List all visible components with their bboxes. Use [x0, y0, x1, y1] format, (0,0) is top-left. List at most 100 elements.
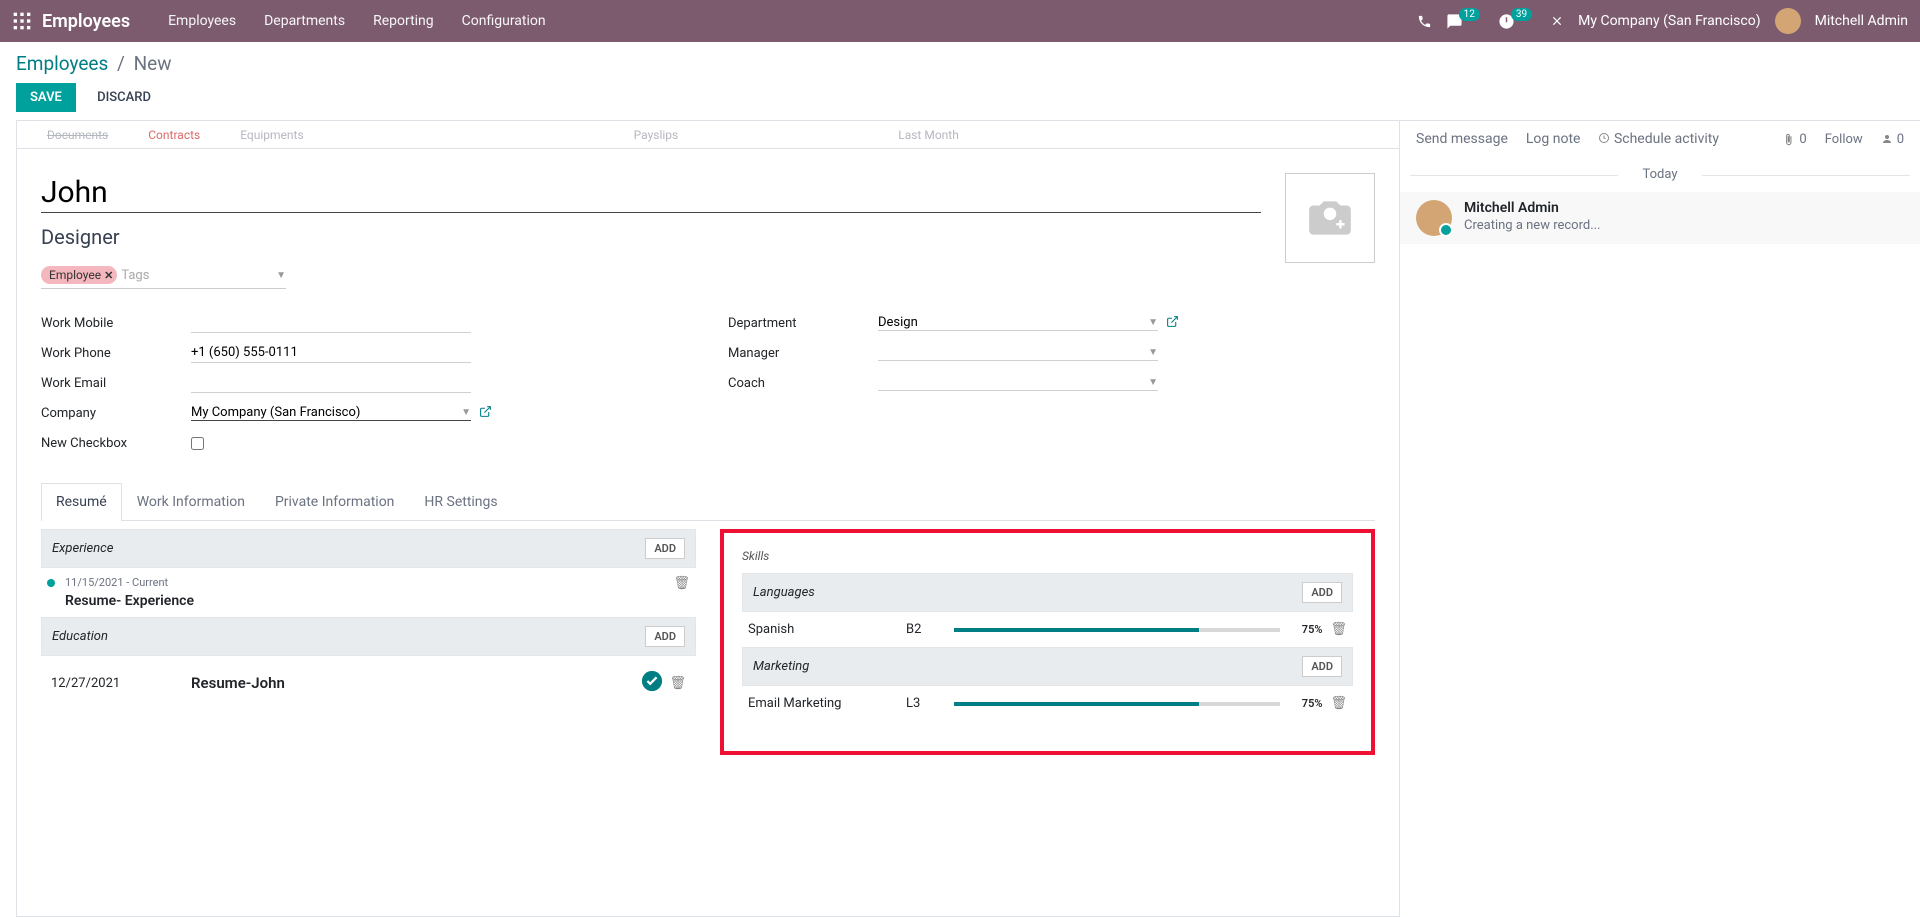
tags-placeholder: Tags: [121, 268, 149, 283]
activities-badge: 39: [1511, 8, 1532, 21]
employee-name-input[interactable]: [41, 173, 1261, 213]
main-menu: Employees Departments Reporting Configur…: [154, 0, 560, 42]
phone-icon[interactable]: [1417, 14, 1432, 29]
tag-remove-icon[interactable]: ✕: [104, 269, 113, 282]
label-work-phone: Work Phone: [41, 346, 191, 361]
education-header: Education ADD: [41, 617, 696, 656]
coach-select[interactable]: [878, 375, 1148, 390]
top-nav: Employees Employees Departments Reportin…: [0, 0, 1920, 42]
menu-reporting[interactable]: Reporting: [359, 0, 448, 42]
label-manager: Manager: [728, 346, 878, 361]
company-switcher[interactable]: My Company (San Francisco): [1578, 13, 1760, 29]
tag-employee: Employee ✕: [41, 266, 117, 284]
skill-group-marketing: Marketing ADD: [742, 647, 1353, 686]
company-select[interactable]: [191, 405, 461, 420]
label-work-mobile: Work Mobile: [41, 316, 191, 331]
work-email-input[interactable]: [191, 373, 471, 393]
tab-resume[interactable]: Resumé: [41, 483, 122, 521]
save-button[interactable]: SAVE: [16, 83, 76, 112]
notebook-tabs: Resumé Work Information Private Informat…: [41, 483, 1375, 521]
education-item[interactable]: 12/27/2021 Resume-John 🗑: [41, 656, 696, 710]
message-text: Creating a new record...: [1464, 218, 1904, 233]
log-note-button[interactable]: Log note: [1526, 131, 1581, 147]
breadcrumb-current: New: [134, 52, 172, 75]
tab-private-information[interactable]: Private Information: [260, 483, 409, 520]
add-experience-button[interactable]: ADD: [645, 538, 685, 559]
schedule-activity-button[interactable]: Schedule activity: [1598, 131, 1719, 147]
skill-group-languages: Languages ADD: [742, 573, 1353, 612]
trash-icon[interactable]: 🗑: [669, 676, 686, 691]
close-tray-icon[interactable]: [1550, 14, 1564, 28]
experience-title: Resume- Experience: [65, 593, 663, 609]
user-name[interactable]: Mitchell Admin: [1815, 13, 1908, 29]
add-education-button[interactable]: ADD: [645, 626, 685, 647]
education-date: 12/27/2021: [51, 676, 181, 691]
message-author: Mitchell Admin: [1464, 200, 1904, 216]
discard-button[interactable]: DISCARD: [83, 83, 165, 112]
menu-departments[interactable]: Departments: [250, 0, 359, 42]
progress-bar: [954, 628, 1280, 632]
new-checkbox[interactable]: [191, 437, 204, 450]
external-link-icon[interactable]: [479, 405, 492, 422]
skills-header: Skills: [742, 549, 1353, 563]
work-mobile-input[interactable]: [191, 313, 471, 333]
menu-configuration[interactable]: Configuration: [448, 0, 560, 42]
chevron-down-icon[interactable]: ▼: [1148, 377, 1158, 388]
stat-lastmonth[interactable]: Last Month: [898, 128, 959, 142]
user-avatar[interactable]: [1775, 8, 1801, 34]
resume-column: Experience ADD 11/15/2021 - Current Resu…: [41, 529, 696, 755]
form-sheet-container: Documents Contracts Equipments Payslips …: [16, 120, 1400, 917]
stat-documents[interactable]: Documents: [47, 128, 108, 142]
app-brand[interactable]: Employees: [42, 11, 130, 32]
skill-row[interactable]: Spanish B2 75% 🗑: [742, 612, 1353, 647]
label-coach: Coach: [728, 376, 878, 391]
job-title-input[interactable]: [41, 223, 1261, 252]
menu-employees[interactable]: Employees: [154, 0, 250, 42]
check-circle-icon[interactable]: [641, 670, 663, 696]
tab-work-information[interactable]: Work Information: [122, 483, 260, 520]
apps-icon[interactable]: [12, 11, 32, 31]
followers-count[interactable]: 0: [1881, 132, 1904, 147]
attachments-button[interactable]: 0: [1782, 132, 1806, 147]
timeline-dot-icon: [47, 579, 55, 587]
employee-photo[interactable]: [1285, 173, 1375, 263]
follow-button[interactable]: Follow: [1825, 132, 1863, 147]
chatter: Send message Log note Schedule activity …: [1400, 120, 1920, 917]
chevron-down-icon[interactable]: ▼: [1148, 317, 1158, 328]
stat-payslips[interactable]: Payslips: [634, 128, 679, 142]
stat-equipments[interactable]: Equipments: [240, 128, 303, 142]
experience-item[interactable]: 11/15/2021 - Current Resume- Experience …: [41, 568, 696, 617]
chatter-message: Mitchell Admin Creating a new record...: [1400, 192, 1920, 244]
label-department: Department: [728, 316, 878, 331]
send-message-button[interactable]: Send message: [1416, 131, 1508, 147]
trash-icon[interactable]: 🗑: [1330, 622, 1347, 637]
add-language-button[interactable]: ADD: [1302, 582, 1342, 603]
education-title: Resume-John: [191, 674, 285, 692]
chatter-date-separator: Today: [1400, 157, 1920, 192]
breadcrumb-root[interactable]: Employees: [16, 52, 108, 75]
tab-hr-settings[interactable]: HR Settings: [409, 483, 512, 520]
trash-icon[interactable]: 🗑: [673, 576, 690, 591]
add-marketing-button[interactable]: ADD: [1302, 656, 1342, 677]
skill-row[interactable]: Email Marketing L3 75% 🗑: [742, 686, 1353, 721]
tags-field[interactable]: Employee ✕ Tags ▼: [41, 266, 286, 289]
chevron-down-icon[interactable]: ▼: [461, 407, 471, 418]
external-link-icon[interactable]: [1166, 315, 1179, 332]
chevron-down-icon[interactable]: ▼: [276, 270, 286, 281]
work-phone-input[interactable]: [191, 343, 471, 363]
messages-icon[interactable]: 12: [1446, 13, 1484, 30]
skills-panel-highlight: Skills Languages ADD Spanish B2 75% 🗑: [720, 529, 1375, 755]
manager-select[interactable]: [878, 345, 1148, 360]
messages-badge: 12: [1459, 8, 1480, 21]
label-work-email: Work Email: [41, 376, 191, 391]
label-company: Company: [41, 406, 191, 421]
chevron-down-icon[interactable]: ▼: [1148, 347, 1158, 358]
department-select[interactable]: [878, 315, 1148, 330]
stat-contracts[interactable]: Contracts: [148, 128, 200, 142]
stat-buttons: Documents Contracts Equipments Payslips …: [17, 121, 1399, 149]
trash-icon[interactable]: 🗑: [1330, 696, 1347, 711]
progress-bar: [954, 702, 1280, 706]
activities-icon[interactable]: 39: [1498, 13, 1536, 30]
message-avatar: [1416, 200, 1452, 236]
label-new-checkbox: New Checkbox: [41, 436, 191, 451]
